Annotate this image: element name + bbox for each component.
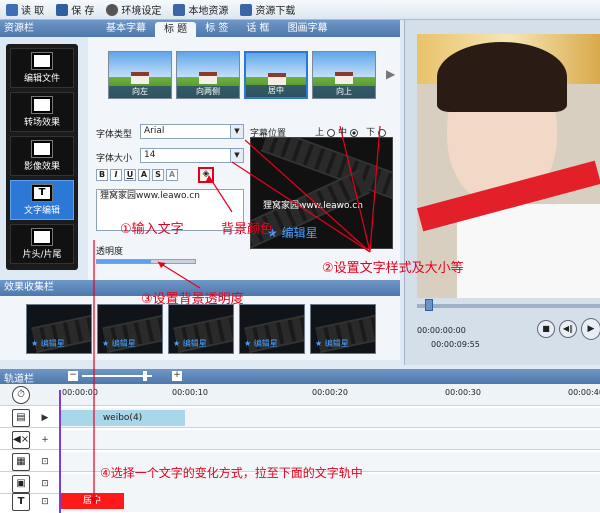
annotation-step3: ③设置背景透明度 [141, 292, 244, 307]
annotation-step1: ①输入文字 [120, 222, 184, 237]
annotation-bg-color: 背景颜色 [221, 222, 274, 237]
annotation-arrow-line [339, 125, 371, 253]
annotation-arrowhead [206, 175, 213, 182]
annotation-step4: ④选择一个文字的变化方式，拉至下面的文字轨中 [100, 466, 363, 480]
annotation-arrow-line [209, 177, 233, 213]
annotation-arrow-line [157, 261, 201, 289]
annotation-arrows [90, 125, 381, 505]
annotation-arrowhead [158, 262, 166, 268]
annotation-arrow-line [369, 125, 381, 253]
annotation-arrowhead [90, 497, 98, 505]
annotation-step2: ②设置文字样式及大小等 [322, 261, 464, 276]
annotation-arrow-line [231, 161, 371, 253]
